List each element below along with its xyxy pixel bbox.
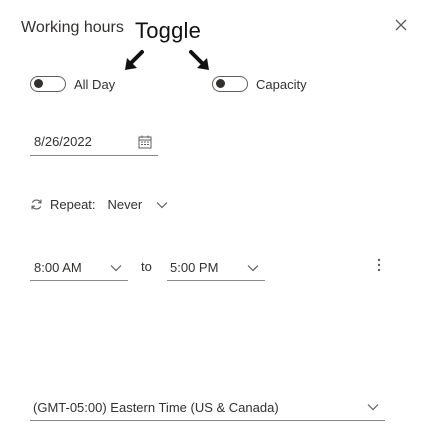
repeat-label: Repeat: [50, 197, 96, 212]
start-time-dropdown[interactable]: 8:00 AM [30, 255, 128, 281]
date-value: 8/26/2022 [34, 134, 92, 149]
repeat-value[interactable]: Never [108, 197, 143, 212]
close-icon[interactable] [393, 17, 409, 33]
date-field[interactable]: 8/26/2022 [30, 128, 158, 156]
start-time-value: 8:00 AM [34, 260, 82, 275]
calendar-icon[interactable] [138, 135, 152, 149]
timezone-value: (GMT-05:00) Eastern Time (US & Canada) [33, 399, 279, 415]
page-title: Working hours [21, 19, 124, 36]
capacity-label: Capacity [256, 76, 307, 92]
capacity-toggle[interactable]: Capacity [212, 76, 307, 92]
timezone-dropdown[interactable]: (GMT-05:00) Eastern Time (US & Canada) [30, 394, 385, 421]
all-day-label: All Day [74, 76, 116, 92]
chevron-down-icon[interactable] [110, 264, 122, 272]
all-day-switch[interactable] [30, 76, 66, 92]
end-time-dropdown[interactable]: 5:00 PM [167, 255, 265, 281]
switch-knob [34, 79, 43, 88]
chevron-down-icon[interactable] [156, 201, 168, 209]
chevron-down-icon[interactable] [367, 403, 379, 411]
capacity-switch[interactable] [212, 76, 248, 92]
toggle-annotation: Toggle [135, 18, 202, 43]
arrow-icon [189, 50, 209, 70]
arrow-icon [125, 50, 144, 70]
repeat-icon [31, 199, 42, 210]
chevron-down-icon[interactable] [247, 264, 259, 272]
time-separator: to [141, 259, 152, 274]
repeat-row[interactable]: Repeat: Never [30, 197, 168, 212]
more-vertical-icon[interactable] [374, 257, 384, 273]
end-time-value: 5:00 PM [170, 260, 219, 275]
switch-knob [216, 79, 225, 88]
all-day-toggle[interactable]: All Day [30, 76, 115, 92]
